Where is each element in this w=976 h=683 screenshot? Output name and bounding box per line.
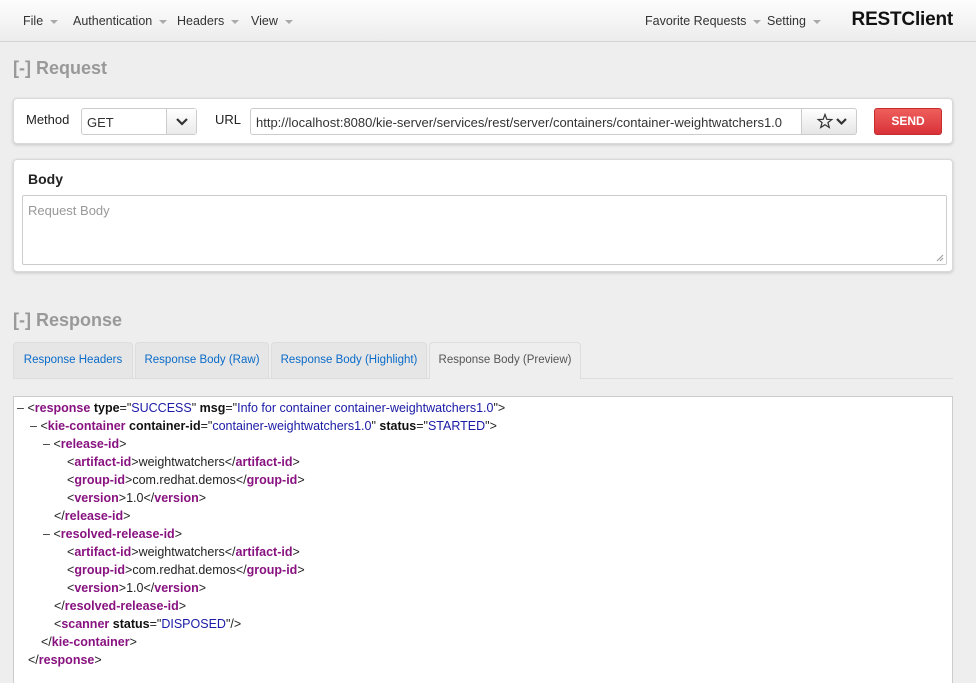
menu-setting[interactable]: Setting [767,14,821,28]
request-body-placeholder: Request Body [28,203,110,218]
response-section-toggle[interactable]: [-] Response [13,310,122,331]
caret-down-icon [159,19,168,24]
request-section-toggle[interactable]: [-] Request [13,58,107,79]
xml-node-response: – <response type="SUCCESS" msg="Info for… [17,401,506,415]
xml-node-version: <version>1.0</version> [67,581,207,595]
collapse-toggle[interactable]: – [43,437,50,451]
xml-node-group-id: <group-id>com.redhat.demos</group-id> [67,473,305,487]
request-body-panel: Body Request Body [13,159,953,272]
body-title: Body [28,171,63,187]
tab-response-body-raw[interactable]: Response Body (Raw) [135,342,269,378]
xml-node-release-id-close: </release-id> [54,509,131,523]
xml-node-group-id: <group-id>com.redhat.demos</group-id> [67,563,305,577]
xml-node-response-close: </response> [28,653,102,667]
caret-down-icon [753,19,762,24]
send-button[interactable]: SEND [874,108,942,135]
caret-down-icon [284,19,293,24]
chevron-down-icon[interactable] [166,109,196,134]
top-navbar: File Authentication Headers View Favorit… [0,0,976,42]
menu-view[interactable]: View [251,14,293,28]
caret-down-icon [812,19,821,24]
caret-down-icon [50,19,59,24]
caret-down-icon [231,19,240,24]
method-select-value: GET [87,115,114,130]
star-icon [816,112,834,129]
xml-node-artifact-id: <artifact-id>weightwatchers</artifact-id… [67,455,300,469]
menu-favorite-requests[interactable]: Favorite Requests [645,14,762,28]
xml-node-version: <version>1.0</version> [67,491,207,505]
tab-response-headers[interactable]: Response Headers [13,342,133,378]
method-label: Method [26,112,70,127]
request-body-textarea[interactable]: Request Body [22,195,947,265]
menu-file[interactable]: File [23,14,59,28]
menu-authentication[interactable]: Authentication [73,14,168,28]
xml-node-scanner: <scanner status="DISPOSED"/> [54,617,242,631]
xml-node-release-id: – <release-id> [43,437,127,451]
xml-node-resolved-release-id: – <resolved-release-id> [43,527,183,541]
xml-node-kie-container-close: </kie-container> [41,635,137,649]
chevron-down-icon [836,118,847,126]
collapse-toggle[interactable]: – [43,527,50,541]
request-url-panel: Method GET URL http://localhost:8080/kie… [13,98,953,144]
favorite-url-button[interactable] [802,108,857,135]
tab-response-body-highlight[interactable]: Response Body (Highlight) [271,342,427,378]
xml-node-resolved-release-id-close: </resolved-release-id> [54,599,187,613]
resize-grip-icon[interactable] [934,252,944,262]
method-select[interactable]: GET [81,108,197,135]
xml-node-kie-container: – <kie-container container-id="container… [30,419,497,433]
menu-headers[interactable]: Headers [177,14,240,28]
tab-response-body-preview[interactable]: Response Body (Preview) [429,342,581,379]
collapse-toggle[interactable]: – [17,401,24,415]
url-label: URL [215,112,242,127]
collapse-toggle[interactable]: – [30,419,37,433]
brand-logo[interactable]: RESTClient [852,9,954,31]
url-input[interactable]: http://localhost:8080/kie-server/service… [250,108,802,135]
xml-node-artifact-id: <artifact-id>weightwatchers</artifact-id… [67,545,300,559]
xml-preview: – <response type="SUCCESS" msg="Info for… [13,396,953,683]
